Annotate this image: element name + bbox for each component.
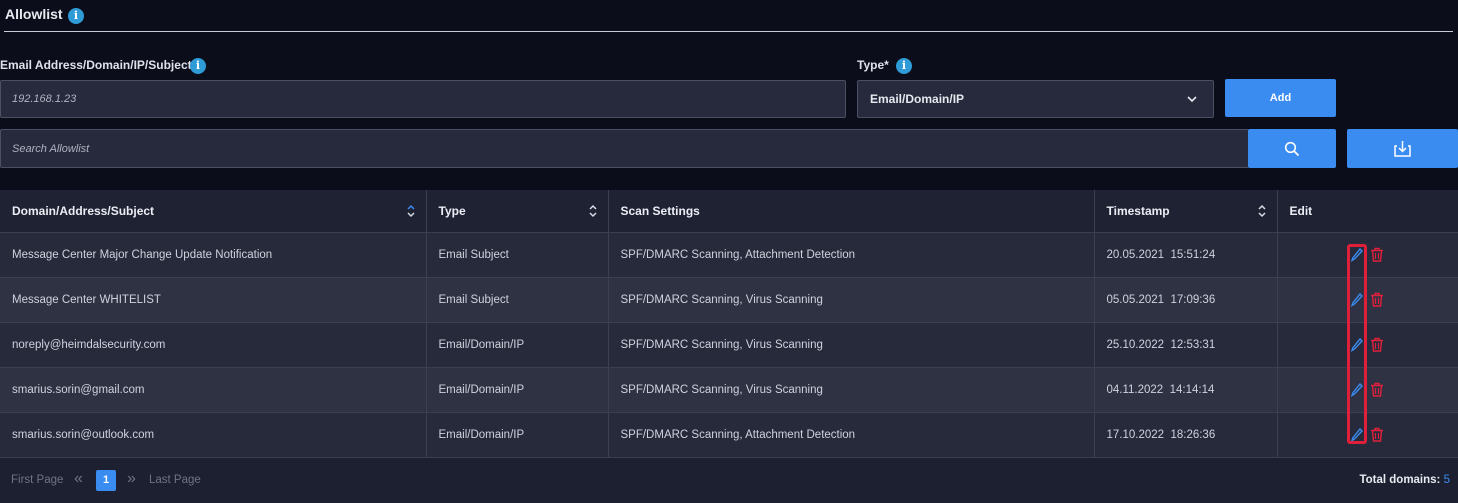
cell-edit (1277, 231, 1458, 277)
cell-subject: smarius.sorin@gmail.com (0, 366, 427, 412)
cell-type: Email/Domain/IP (426, 411, 609, 457)
edit-icons-highlight (1347, 244, 1367, 444)
cell-subject: noreply@heimdalsecurity.com (0, 321, 427, 367)
column-header-timestamp[interactable]: Timestamp (1094, 190, 1278, 232)
table-row: noreply@heimdalsecurity.com Email/Domain/… (0, 321, 1458, 367)
title-divider (4, 31, 1453, 32)
info-icon[interactable]: i (896, 58, 912, 74)
cell-timestamp: 04.11.2022 14:14:14 (1094, 366, 1278, 412)
pagination-bar: First Page « 1 » Last Page Total domains… (0, 457, 1458, 503)
page-title: Allowlist (5, 6, 63, 22)
download-button[interactable] (1347, 129, 1458, 168)
search-button[interactable] (1248, 129, 1336, 168)
cell-type: Email Subject (426, 276, 609, 322)
cell-type: Email Subject (426, 231, 609, 277)
cell-timestamp: 20.05.2021 15:51:24 (1094, 231, 1278, 277)
table-row: Message Center WHITELIST Email Subject SPF… (0, 276, 1458, 322)
cell-edit (1277, 366, 1458, 412)
search-icon (1284, 141, 1300, 157)
trash-icon[interactable] (1370, 247, 1384, 262)
download-icon (1394, 141, 1411, 157)
column-header-edit: Edit (1277, 190, 1458, 232)
cell-subject: Message Center WHITELIST (0, 276, 427, 322)
cell-scan-settings: SPF/DMARC Scanning, Attachment Detection (608, 231, 1095, 277)
timestamp-date: 04.11.2022 (1106, 383, 1164, 396)
type-label: Type* (857, 58, 889, 72)
cell-scan-settings: SPF/DMARC Scanning, Virus Scanning (608, 276, 1095, 322)
first-page-link[interactable]: First Page (11, 474, 63, 486)
table-row: smarius.sorin@gmail.com Email/Domain/IP SP… (0, 366, 1458, 412)
column-header-type[interactable]: Type (426, 190, 609, 232)
cell-subject: Message Center Major Change Update Notif… (0, 231, 427, 277)
cell-scan-settings: SPF/DMARC Scanning, Attachment Detection (608, 411, 1095, 457)
cell-edit (1277, 411, 1458, 457)
sort-icon[interactable] (588, 203, 598, 219)
total-domains: Total domains: 5 (1359, 474, 1450, 486)
cell-edit (1277, 276, 1458, 322)
type-select-value: Email/Domain/IP (870, 92, 965, 106)
trash-icon[interactable] (1370, 382, 1384, 397)
info-icon[interactable]: i (68, 8, 84, 24)
address-input[interactable]: 192.168.1.23 (0, 80, 846, 118)
table-row: Message Center Major Change Update Notif… (0, 231, 1458, 277)
previous-page-icon[interactable]: « (74, 470, 83, 488)
column-header-scan-settings: Scan Settings (608, 190, 1095, 232)
sort-icon[interactable] (1257, 203, 1267, 219)
cell-type: Email/Domain/IP (426, 366, 609, 412)
total-domains-label: Total domains: (1359, 474, 1441, 486)
chevron-down-icon (1187, 96, 1197, 103)
cell-edit (1277, 321, 1458, 367)
table-header-row: Domain/Address/Subject Type Scan Setting… (0, 190, 1458, 232)
timestamp-time: 17:09:36 (1170, 293, 1216, 306)
cell-subject: smarius.sorin@outlook.com (0, 411, 427, 457)
type-select[interactable]: Email/Domain/IP (857, 80, 1214, 118)
cell-type: Email/Domain/IP (426, 321, 609, 367)
timestamp-date: 17.10.2022 (1106, 428, 1165, 441)
timestamp-time: 18:26:36 (1170, 428, 1216, 441)
trash-icon[interactable] (1370, 427, 1384, 442)
total-domains-value: 5 (1443, 474, 1450, 486)
next-page-icon[interactable]: » (127, 470, 136, 488)
address-label: Email Address/Domain/IP/Subject (0, 58, 192, 72)
cell-scan-settings: SPF/DMARC Scanning, Virus Scanning (608, 366, 1095, 412)
current-page-button[interactable]: 1 (96, 470, 116, 491)
info-icon[interactable]: i (190, 58, 206, 74)
search-input[interactable]: Search Allowlist (0, 129, 1249, 168)
column-header-subject[interactable]: Domain/Address/Subject (0, 190, 427, 232)
add-button[interactable]: Add (1225, 79, 1336, 117)
timestamp-date: 20.05.2021 (1106, 248, 1165, 261)
cell-scan-settings: SPF/DMARC Scanning, Virus Scanning (608, 321, 1095, 367)
cell-timestamp: 05.05.2021 17:09:36 (1094, 276, 1278, 322)
timestamp-time: 14:14:14 (1169, 383, 1215, 396)
last-page-link[interactable]: Last Page (149, 474, 201, 486)
trash-icon[interactable] (1370, 292, 1384, 307)
timestamp-date: 05.05.2021 (1106, 293, 1165, 306)
timestamp-time: 12:53:31 (1170, 338, 1216, 351)
allowlist-table: Domain/Address/Subject Type Scan Setting… (0, 190, 1458, 457)
sort-icon[interactable] (406, 203, 416, 219)
timestamp-time: 15:51:24 (1170, 248, 1216, 261)
cell-timestamp: 17.10.2022 18:26:36 (1094, 411, 1278, 457)
table-row: smarius.sorin@outlook.com Email/Domain/IP… (0, 411, 1458, 457)
cell-timestamp: 25.10.2022 12:53:31 (1094, 321, 1278, 367)
timestamp-date: 25.10.2022 (1106, 338, 1165, 351)
trash-icon[interactable] (1370, 337, 1384, 352)
